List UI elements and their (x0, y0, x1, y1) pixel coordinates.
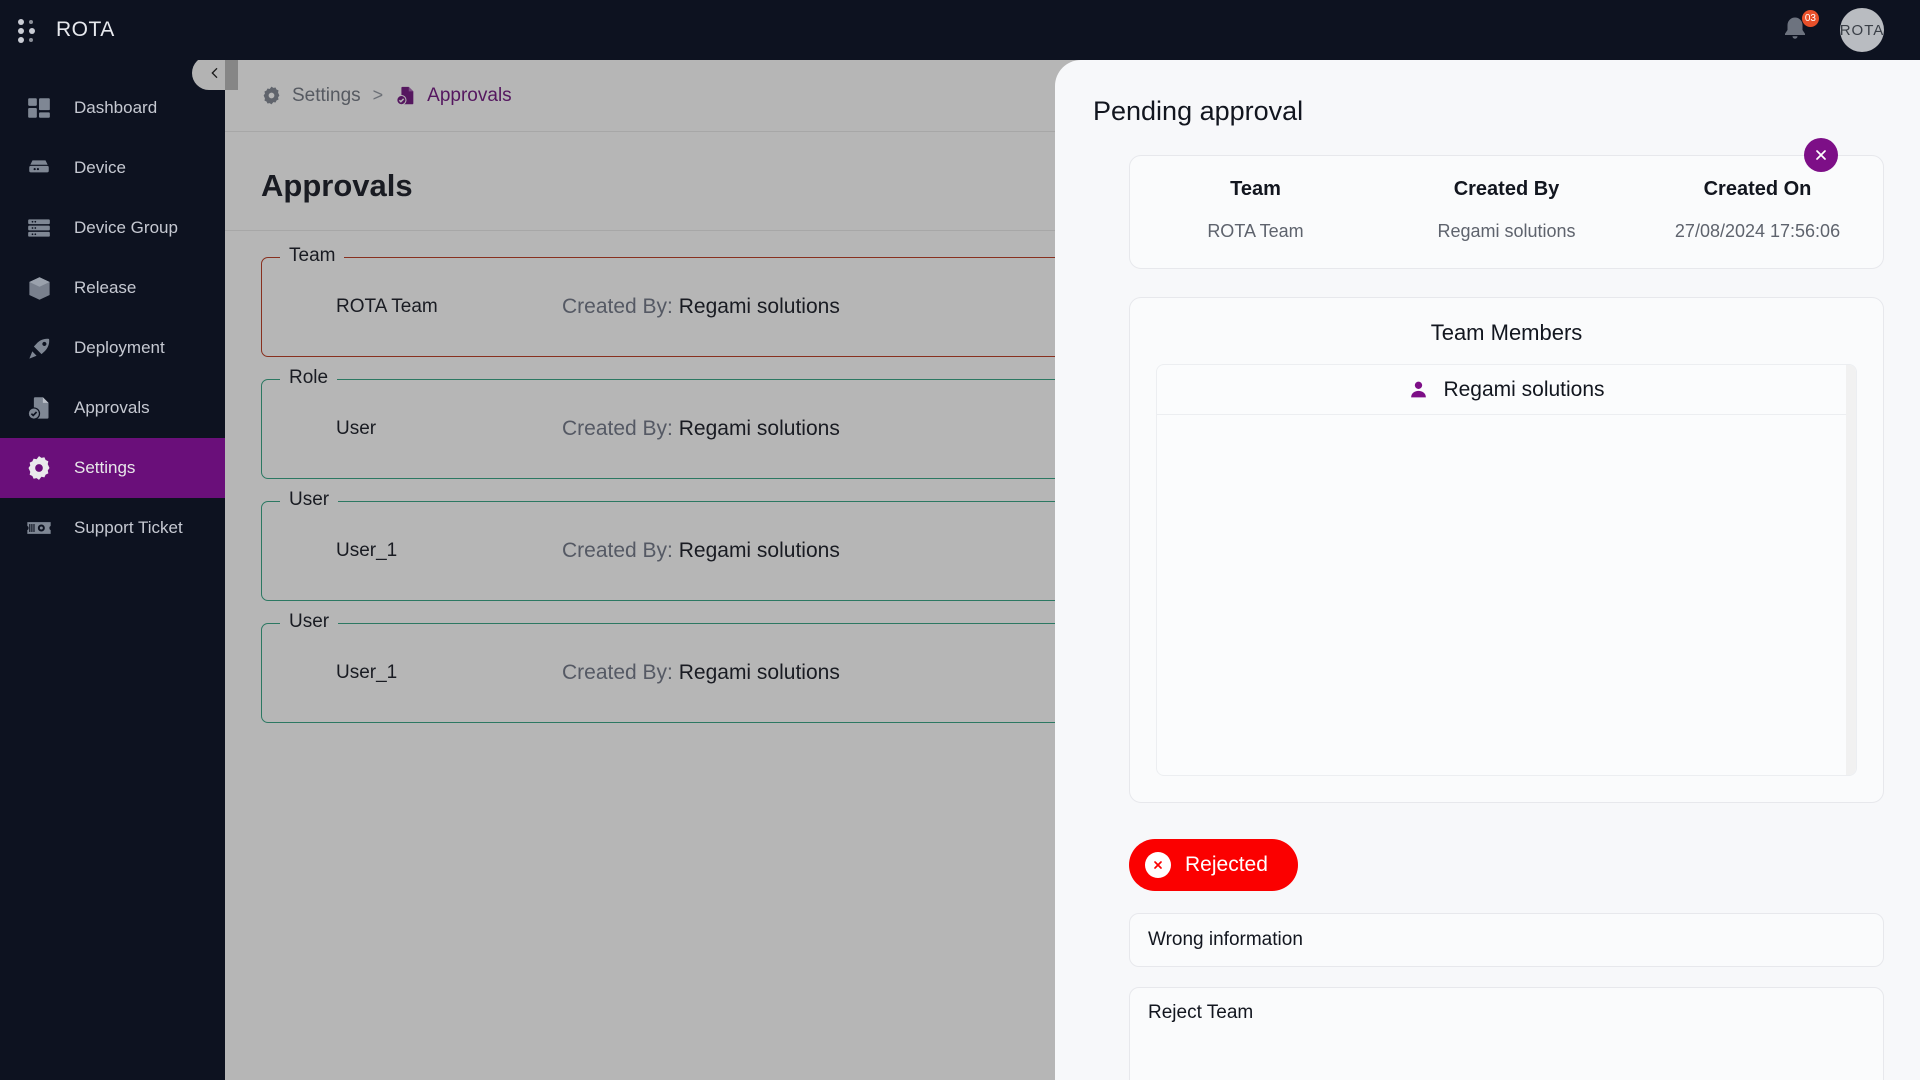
team-members-title: Team Members (1430, 320, 1583, 345)
sidebar-item-approvals[interactable]: Approvals (0, 378, 225, 438)
sidebar-item-label: Release (74, 278, 137, 297)
chevron-left-icon (211, 67, 218, 79)
sidebar-item-label: Approvals (74, 398, 150, 417)
brand-label: ROTA (56, 18, 115, 41)
team-members-card: Team Members Regami solutions (1129, 297, 1884, 803)
status-rejected-button[interactable]: Rejected (1129, 839, 1298, 891)
info-header-created-by: Created By (1453, 178, 1560, 200)
status-label: Rejected (1185, 853, 1268, 876)
info-value-row: ROTA Team Regami solutions 27/08/2024 17… (1130, 221, 1883, 242)
sidebar-item-label: Deployment (74, 338, 165, 357)
server-icon (22, 153, 56, 183)
server-stack-icon (22, 213, 56, 243)
sidebar-item-device-group[interactable]: Device Group (0, 198, 225, 258)
brand[interactable]: ROTA (0, 17, 225, 43)
pending-approval-panel: Pending approval Team Created By Created… (1055, 60, 1920, 1080)
sidebar-item-label: Device (74, 158, 126, 177)
close-button[interactable] (1804, 138, 1838, 172)
dashboard-icon (22, 93, 56, 123)
sidebar-item-label: Dashboard (74, 98, 158, 117)
sidebar-item-device[interactable]: Device (0, 138, 225, 198)
sidebar-item-dashboard[interactable]: Dashboard (0, 78, 225, 138)
modal-title: Pending approval (1093, 96, 1304, 126)
rocket-icon (22, 333, 56, 363)
reject-comment-field[interactable] (1129, 987, 1884, 1080)
sidebar-item-support-ticket[interactable]: Support Ticket (0, 498, 225, 558)
gear-icon (22, 453, 56, 483)
member-name: Regami solutions (1443, 377, 1605, 401)
reject-reason-value: Wrong information (1148, 929, 1303, 950)
user-icon (1411, 381, 1427, 398)
info-header-created-on: Created On (1703, 178, 1812, 200)
top-bar: ROTA 03 ROTA (0, 0, 1920, 60)
notification-badge: 03 (1801, 10, 1819, 27)
dots-grid-icon (18, 17, 42, 43)
box-icon (22, 273, 56, 303)
sidebar-item-label: Settings (74, 458, 136, 477)
approval-info-card: Team Created By Created On ROTA Team Reg… (1129, 155, 1884, 269)
sidebar-item-label: Device Group (74, 218, 178, 237)
ticket-icon (22, 513, 56, 543)
reject-reason-field[interactable]: Wrong information (1129, 913, 1884, 967)
info-value-team: ROTA Team (1207, 221, 1304, 241)
scrollbar[interactable] (1846, 365, 1856, 775)
info-header-team: Team (1230, 178, 1281, 200)
sidebar-item-deployment[interactable]: Deployment (0, 318, 225, 378)
sidebar-item-label: Support Ticket (74, 518, 183, 537)
sidebar-item-settings[interactable]: Settings (0, 438, 225, 498)
notification-button[interactable]: 03 (1780, 10, 1819, 46)
avatar[interactable]: ROTA (1840, 8, 1884, 52)
info-value-created-by: Regami solutions (1437, 221, 1576, 241)
avatar-label: ROTA (1839, 21, 1885, 39)
team-members-list[interactable]: Regami solutions (1156, 364, 1857, 776)
info-header-row: Team Created By Created On (1130, 178, 1883, 221)
approval-doc-icon (22, 393, 56, 423)
info-value-created-on: 27/08/2024 17:56:06 (1674, 221, 1841, 241)
sidebar: Dashboard Device Device Group Release De… (0, 60, 225, 1080)
list-item[interactable]: Regami solutions (1157, 365, 1856, 415)
close-icon (1816, 150, 1826, 160)
topbar-actions: 03 ROTA (1780, 8, 1920, 52)
close-circle-icon (1145, 852, 1171, 878)
sidebar-item-release[interactable]: Release (0, 258, 225, 318)
